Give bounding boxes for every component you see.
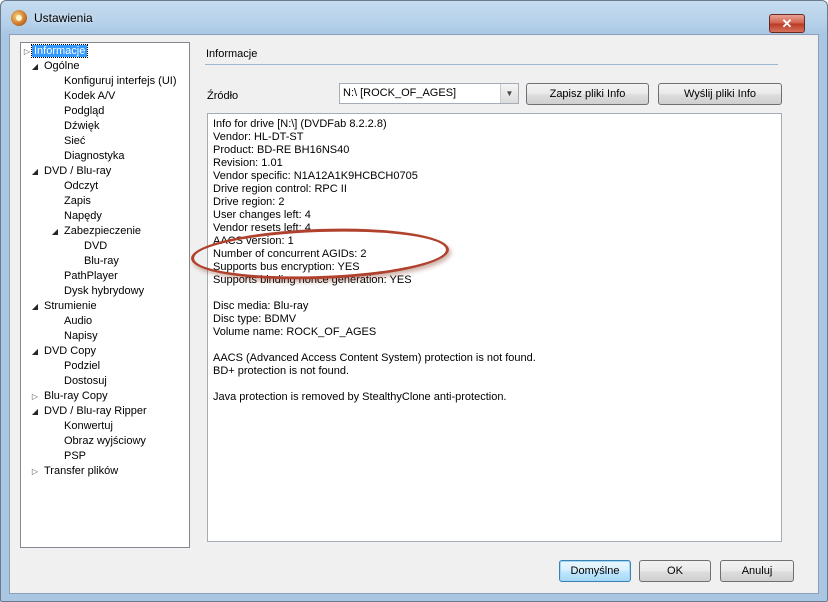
info-line: Supports binding nonce generation: YES <box>213 274 412 286</box>
tree-item-bluray-copy[interactable]: ▷ Blu-ray Copy <box>32 389 110 404</box>
info-line: AACS version: 1 <box>213 235 294 247</box>
tree-item-podglad[interactable]: Podgląd <box>62 104 106 119</box>
expand-arrow-icon[interactable]: ▷ <box>22 44 32 59</box>
drive-info-text-area[interactable]: Info for drive [N:\] (DVDFab 8.2.2.8) Ve… <box>207 113 782 542</box>
expand-arrow-icon[interactable]: ▷ <box>30 464 40 479</box>
tree-item-dysk-hybrydowy[interactable]: Dysk hybrydowy <box>62 284 146 299</box>
tree-item-dvd-bluray-ripper[interactable]: ◢ DVD / Blu-ray Ripper <box>32 404 149 419</box>
info-line: Java protection is removed by StealthyCl… <box>213 391 507 403</box>
tree-item-napedy[interactable]: Napędy <box>62 209 104 224</box>
info-line: BD+ protection is not found. <box>213 365 350 377</box>
info-line: Disc type: BDMV <box>213 313 297 325</box>
tree-item-podziel[interactable]: Podziel <box>62 359 102 374</box>
collapse-arrow-icon[interactable]: ◢ <box>50 224 60 239</box>
ok-button[interactable]: OK <box>639 560 711 582</box>
tree-item-dvd-copy[interactable]: ◢ DVD Copy <box>32 344 98 359</box>
dvdfab-app-icon <box>11 10 27 26</box>
info-line: User changes left: 4 <box>213 209 311 221</box>
close-button[interactable]: ✕ <box>769 14 805 33</box>
tree-item-transfer-plikow[interactable]: ▷ Transfer plików <box>32 464 120 479</box>
info-line: Vendor resets left: 4 <box>213 222 311 234</box>
section-title: Informacje <box>206 48 258 60</box>
tree-item-zabezpieczenie[interactable]: ◢ Zabezpieczenie <box>52 224 143 239</box>
tree-item-obraz-wyjsciowy[interactable]: Obraz wyjściowy <box>62 434 148 449</box>
source-select[interactable]: N:\ [ROCK_OF_AGES] ▼ <box>339 83 519 104</box>
info-line: Supports bus encryption: YES <box>213 261 360 273</box>
tree-item-bluray[interactable]: Blu-ray <box>82 254 121 269</box>
settings-window: Ustawienia ✕ ▷ Informacje ◢ Ogólne Konfi… <box>0 0 828 602</box>
tree-item-strumienie[interactable]: ◢ Strumienie <box>32 299 99 314</box>
info-line: Drive region control: RPC II <box>213 183 347 195</box>
source-select-value: N:\ [ROCK_OF_AGES] <box>343 87 457 99</box>
collapse-arrow-icon[interactable]: ◢ <box>30 299 40 314</box>
collapse-arrow-icon[interactable]: ◢ <box>30 59 40 74</box>
tree-item-dvd[interactable]: DVD <box>82 239 109 254</box>
info-line: Vendor specific: N1A12A1K9HCBCH0705 <box>213 170 418 182</box>
dropdown-arrow-icon[interactable]: ▼ <box>500 84 518 103</box>
window-title: Ustawienia <box>34 11 93 25</box>
info-line: Disc media: Blu-ray <box>213 300 309 312</box>
close-icon: ✕ <box>781 16 793 31</box>
tree-item-pathplayer[interactable]: PathPlayer <box>62 269 120 284</box>
tree-item-konfiguruj-interfejs[interactable]: Konfiguruj interfejs (UI) <box>62 74 179 89</box>
tree-item-dzwiek[interactable]: Dźwięk <box>62 119 101 134</box>
defaults-button[interactable]: Domyślne <box>559 560 631 582</box>
cancel-button[interactable]: Anuluj <box>720 560 794 582</box>
info-line: Vendor: HL-DT-ST <box>213 131 304 143</box>
info-line: Number of concurrent AGIDs: 2 <box>213 248 367 260</box>
tree-item-siec[interactable]: Sieć <box>62 134 87 149</box>
tree-item-psp[interactable]: PSP <box>62 449 88 464</box>
send-info-files-button[interactable]: Wyślij pliki Info <box>658 83 782 105</box>
info-line: AACS (Advanced Access Content System) pr… <box>213 352 536 364</box>
settings-tree[interactable]: ▷ Informacje ◢ Ogólne Konfiguruj interfe… <box>20 42 190 548</box>
tree-item-kodek-av[interactable]: Kodek A/V <box>62 89 117 104</box>
section-divider <box>205 64 778 65</box>
tree-item-dostosuj[interactable]: Dostosuj <box>62 374 109 389</box>
tree-item-napisy[interactable]: Napisy <box>62 329 100 344</box>
tree-item-konwertuj[interactable]: Konwertuj <box>62 419 115 434</box>
info-line: Info for drive [N:\] (DVDFab 8.2.2.8) <box>213 118 387 130</box>
tree-item-diagnostyka[interactable]: Diagnostyka <box>62 149 127 164</box>
source-label: Źródło <box>207 90 239 102</box>
tree-item-zapis[interactable]: Zapis <box>62 194 93 209</box>
collapse-arrow-icon[interactable]: ◢ <box>30 164 40 179</box>
tree-item-dvd-bluray[interactable]: ◢ DVD / Blu-ray <box>32 164 113 179</box>
dialog-client-area: ▷ Informacje ◢ Ogólne Konfiguruj interfe… <box>9 34 819 594</box>
info-line: Drive region: 2 <box>213 196 285 208</box>
collapse-arrow-icon[interactable]: ◢ <box>30 404 40 419</box>
tree-item-odczyt[interactable]: Odczyt <box>62 179 100 194</box>
tree-item-informacje[interactable]: ▷ Informacje <box>24 44 89 59</box>
expand-arrow-icon[interactable]: ▷ <box>30 389 40 404</box>
info-line: Revision: 1.01 <box>213 157 283 169</box>
tree-item-ogolne[interactable]: ◢ Ogólne <box>32 59 81 74</box>
save-info-files-button[interactable]: Zapisz pliki Info <box>526 83 649 105</box>
collapse-arrow-icon[interactable]: ◢ <box>30 344 40 359</box>
title-bar[interactable]: Ustawienia ✕ <box>1 1 827 35</box>
tree-item-audio[interactable]: Audio <box>62 314 94 329</box>
info-line: Product: BD-RE BH16NS40 <box>213 144 350 156</box>
info-line: Volume name: ROCK_OF_AGES <box>213 326 377 338</box>
